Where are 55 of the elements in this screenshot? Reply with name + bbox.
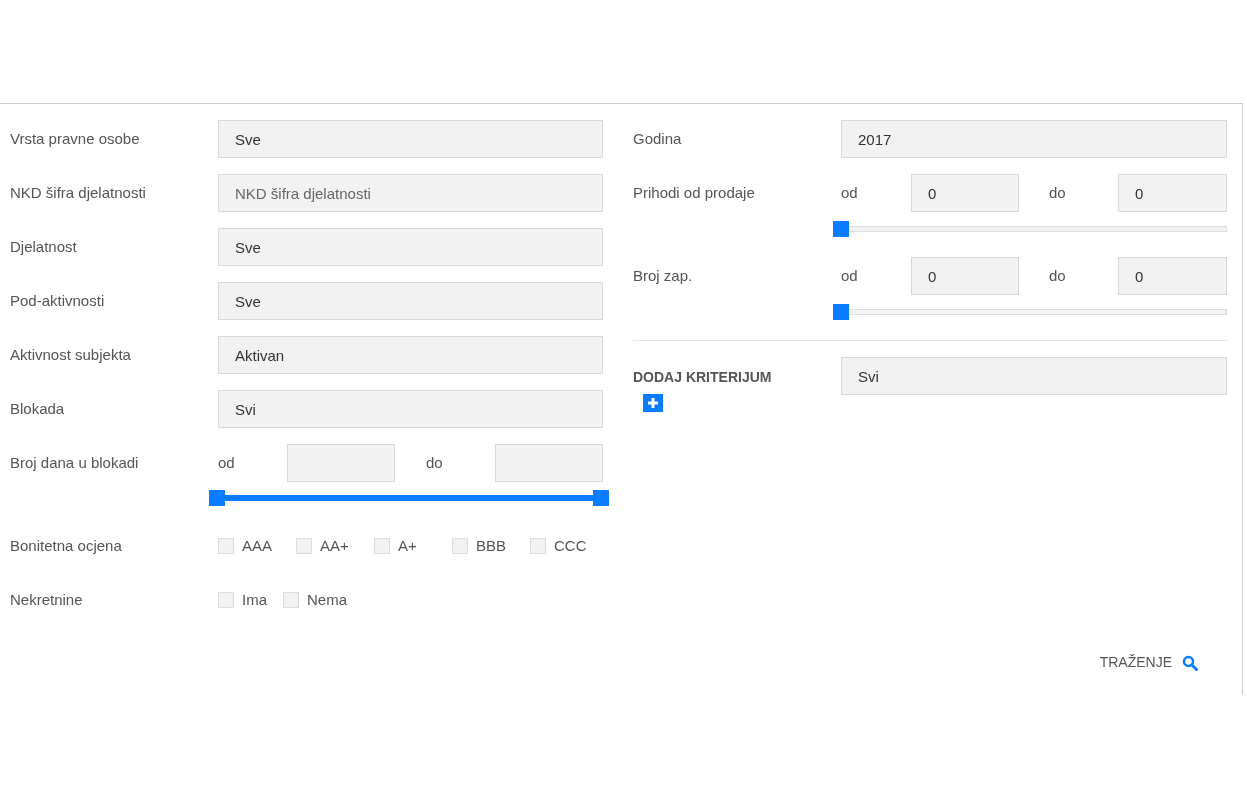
range-to-label: do	[1048, 182, 1067, 203]
plus-icon	[647, 397, 659, 409]
field-label: Nekretnine	[10, 589, 84, 610]
checkbox-label: Ima	[242, 589, 267, 610]
input-field[interactable]	[287, 444, 395, 482]
range-from-label: od	[218, 452, 236, 473]
input-field[interactable]: 2017	[841, 120, 1227, 158]
slider-thumb[interactable]	[833, 304, 849, 320]
input-field[interactable]: Sve	[218, 228, 603, 266]
field-label: Vrsta pravne osobe	[10, 128, 141, 149]
checkbox[interactable]	[218, 592, 234, 608]
checkbox-label: A+	[398, 535, 417, 556]
field-label: NKD šifra djelatnosti	[10, 182, 147, 203]
checkbox[interactable]	[374, 538, 390, 554]
input-field[interactable]: 0	[1118, 174, 1227, 212]
input-field[interactable]: Aktivan	[218, 336, 603, 374]
criterion-label: DODAJ KRITERIJUM	[633, 368, 773, 387]
checkbox[interactable]	[218, 538, 234, 554]
checkbox[interactable]	[452, 538, 468, 554]
input-field[interactable]: Svi	[218, 390, 603, 428]
checkbox[interactable]	[283, 592, 299, 608]
field-label: Pod-aktivnosti	[10, 290, 106, 311]
input-field[interactable]: NKD šifra djelatnosti	[218, 174, 603, 212]
input-field[interactable]: Sve	[218, 282, 603, 320]
input-field[interactable]: Sve	[218, 120, 603, 158]
checkbox-label: AA+	[320, 535, 349, 556]
checkbox-label: Nema	[307, 589, 348, 610]
search-icon	[1182, 654, 1198, 671]
input-field[interactable]: Svi	[841, 357, 1227, 395]
field-label: Blokada	[10, 398, 66, 419]
field-label: Broj zap.	[633, 265, 694, 286]
checkbox-label: BBB	[476, 535, 506, 556]
input-field[interactable]: 0	[1118, 257, 1227, 295]
slider-thumb[interactable]	[593, 490, 609, 506]
checkbox-label: CCC	[554, 535, 587, 556]
range-from-label: od	[841, 265, 859, 286]
range-to-label: do	[425, 452, 444, 473]
search-button[interactable]: TRAŽENJE	[1095, 652, 1202, 673]
checkbox[interactable]	[530, 538, 546, 554]
slider-thumb[interactable]	[833, 221, 849, 237]
field-label: Godina	[633, 128, 683, 149]
input-field[interactable]	[495, 444, 603, 482]
range-from-label: od	[841, 182, 859, 203]
input-field[interactable]: 0	[911, 174, 1019, 212]
checkbox[interactable]	[296, 538, 312, 554]
range-to-label: do	[1048, 265, 1067, 286]
add-button[interactable]	[643, 394, 663, 412]
slider-thumb[interactable]	[209, 490, 225, 506]
field-label: Djelatnost	[10, 236, 78, 257]
input-field[interactable]: 0	[911, 257, 1019, 295]
field-label: Aktivnost subjekta	[10, 344, 132, 365]
field-label: Bonitetna ocjena	[10, 535, 123, 556]
field-label: Broj dana u blokadi	[10, 452, 140, 473]
field-label: Prihodi od prodaje	[633, 182, 756, 203]
checkbox-label: AAA	[242, 535, 272, 556]
